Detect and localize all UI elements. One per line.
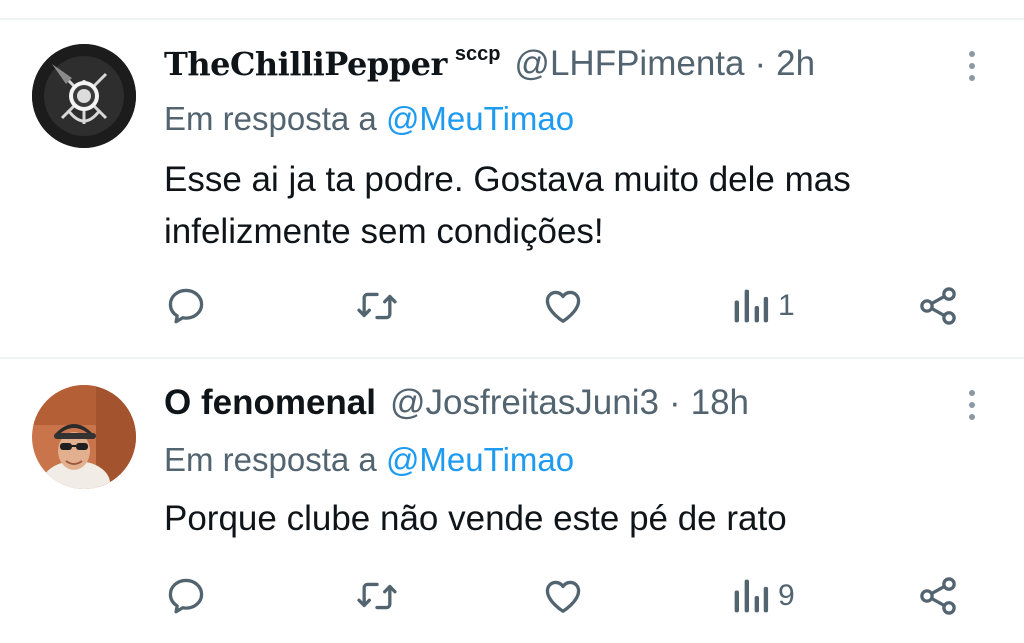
reply-header: O fenomenal @JosfreitasJuni3 · 18h — [164, 379, 749, 427]
user-handle[interactable]: @JosfreitasJuni3 — [390, 383, 659, 423]
action-bar: 1 — [0, 281, 1024, 331]
like-button[interactable] — [540, 571, 586, 621]
retweet-icon — [357, 582, 397, 610]
display-name[interactable]: O fenomenal — [164, 383, 376, 423]
views-button[interactable]: 9 — [732, 571, 795, 621]
heart-icon — [545, 290, 581, 323]
speech-bubble-icon — [168, 288, 204, 324]
tweet-text: Esse ai ja ta podre. Gostava muito dele … — [164, 154, 851, 258]
reply-button[interactable] — [164, 571, 208, 621]
bar-chart-icon — [734, 289, 769, 323]
share-icon — [920, 287, 956, 325]
retweet-button[interactable] — [354, 281, 400, 331]
reply-mention-link[interactable]: @MeuTimao — [386, 100, 574, 137]
separator-dot: · — [754, 44, 767, 83]
reply-prefix: Em resposta a — [164, 100, 377, 137]
speech-bubble-icon — [168, 578, 204, 614]
reply-button[interactable] — [164, 281, 208, 331]
reply-context: Em resposta a @MeuTimao — [164, 100, 574, 138]
heart-icon — [545, 580, 581, 613]
share-button[interactable] — [916, 571, 960, 621]
display-name-tag: sccp — [454, 42, 501, 65]
corinthians-crest-avatar — [32, 44, 136, 148]
tweet-text-line: Porque clube não vende este pé de rato — [164, 499, 787, 538]
profile-photo-avatar — [32, 385, 136, 489]
views-button[interactable]: 1 — [732, 281, 795, 331]
tweet-text-line: infelizmente sem condições! — [164, 212, 604, 251]
like-button[interactable] — [540, 281, 586, 331]
separator-dot: · — [668, 383, 681, 422]
more-vertical-icon[interactable] — [960, 381, 984, 429]
views-count: 1 — [778, 289, 795, 322]
avatar-lhfpimenta[interactable] — [32, 44, 136, 148]
views-count: 9 — [778, 579, 795, 612]
action-bar: 9 — [0, 571, 1024, 621]
user-handle[interactable]: @LHFPimenta — [514, 44, 744, 84]
reply-tweet-2[interactable]: O fenomenal @JosfreitasJuni3 · 18h Em re… — [0, 359, 1024, 643]
share-button[interactable] — [916, 281, 960, 331]
reply-prefix: Em resposta a — [164, 441, 377, 478]
share-icon — [920, 577, 956, 615]
tweet-text: Porque clube não vende este pé de rato — [164, 493, 787, 545]
tweet-text-line: Esse ai ja ta podre. Gostava muito dele … — [164, 160, 851, 199]
more-vertical-icon[interactable] — [960, 42, 984, 90]
display-name[interactable]: TheChilliPepper — [164, 45, 447, 83]
avatar-josfreitasjuni3[interactable] — [32, 385, 136, 489]
retweet-button[interactable] — [354, 571, 400, 621]
timestamp[interactable]: 2h — [776, 44, 815, 84]
timestamp[interactable]: 18h — [691, 383, 749, 423]
bar-chart-icon — [734, 579, 769, 613]
reply-mention-link[interactable]: @MeuTimao — [386, 441, 574, 478]
retweet-icon — [357, 292, 397, 320]
reply-header: TheChilliPepper sccp @LHFPimenta · 2h — [164, 40, 815, 88]
reply-tweet-1[interactable]: TheChilliPepper sccp @LHFPimenta · 2h Em… — [0, 0, 1024, 358]
reply-context: Em resposta a @MeuTimao — [164, 441, 574, 479]
